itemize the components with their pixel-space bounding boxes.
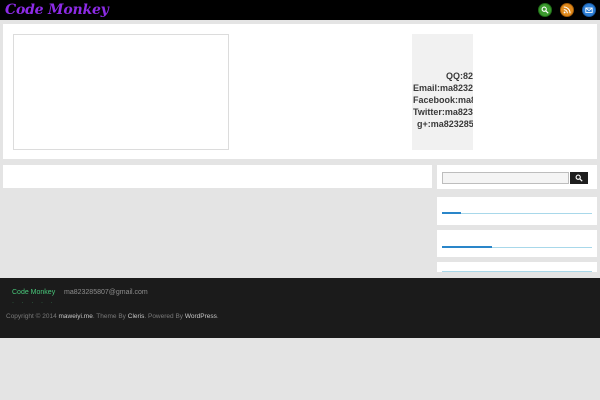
widget-divider	[442, 271, 592, 272]
widget-divider	[442, 213, 592, 214]
mail-icon[interactable]	[582, 3, 596, 17]
sidebar-search-widget	[437, 165, 597, 189]
header-banner	[13, 34, 229, 150]
search-icon	[575, 174, 583, 182]
copyright-site-link[interactable]: maweiyi.me	[59, 313, 93, 320]
top-bar: Code Monkey	[0, 0, 600, 20]
contact-twitter: Twitter:ma8232	[413, 107, 473, 117]
copyright-powered-link[interactable]: WordPress	[185, 313, 217, 320]
footer-dots: · · · · ·	[12, 300, 56, 306]
footer-email: ma823285807@gmail.com	[64, 289, 148, 296]
copyright-theme-text: . Theme By	[92, 313, 126, 320]
footer: Code Monkey ma823285807@gmail.com · · · …	[0, 278, 600, 338]
copyright-theme-link[interactable]: Cleris	[128, 313, 145, 320]
footer-copyright: Copyright © 2014 maweiyi.me. Theme By Cl…	[6, 313, 219, 320]
footer-site-title[interactable]: Code Monkey	[12, 289, 55, 296]
search-icon[interactable]	[538, 3, 552, 17]
main-content-panel	[3, 165, 432, 188]
contact-facebook: Facebook:ma82	[413, 95, 473, 105]
header-panel: QQ:823 Email:ma823285 Facebook:ma82 Twit…	[3, 24, 597, 159]
search-button[interactable]	[570, 172, 588, 184]
contact-email: Email:ma823285	[413, 83, 473, 93]
copyright-prefix: Copyright © 2014	[6, 313, 57, 320]
sidebar-widget	[437, 230, 597, 257]
contact-qq: QQ:823	[446, 71, 473, 81]
widget-title-accent	[442, 212, 461, 214]
sidebar-widget	[437, 197, 597, 225]
sidebar-widget	[437, 262, 597, 272]
contact-gplus: g+:ma82328587	[417, 119, 473, 129]
search-input[interactable]	[442, 172, 569, 184]
site-logo[interactable]: Code Monkey	[5, 0, 109, 20]
copyright-powered-text: . Powered By	[144, 313, 184, 320]
copyright-end: .	[216, 313, 219, 320]
widget-title-accent	[442, 246, 492, 248]
rss-icon[interactable]	[560, 3, 574, 17]
contact-info: QQ:823 Email:ma823285 Facebook:ma82 Twit…	[412, 34, 473, 150]
